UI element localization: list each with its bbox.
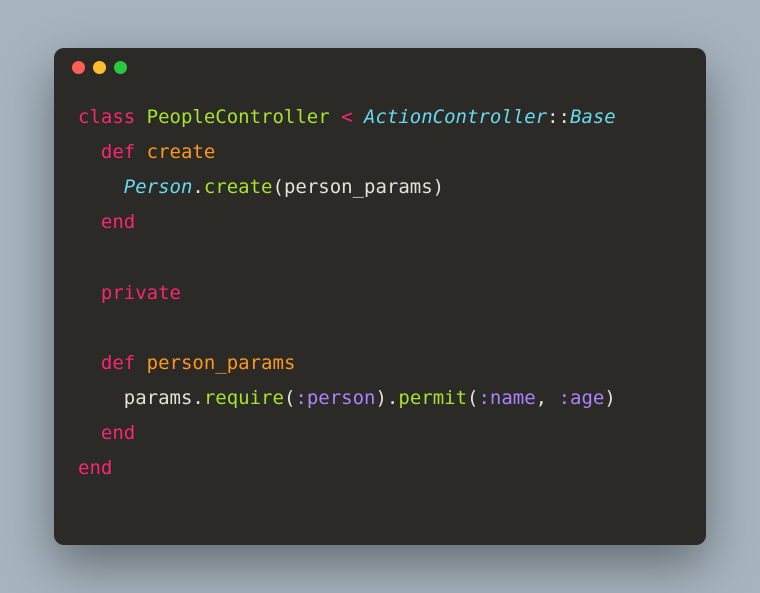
symbol-age: :age (559, 387, 605, 409)
dot: . (387, 387, 398, 409)
lparen: ( (467, 387, 478, 409)
symbol-person: :person (295, 387, 375, 409)
maximize-icon[interactable] (114, 61, 127, 74)
keyword-end: end (101, 211, 135, 233)
const-actioncontroller: ActionController (364, 106, 547, 128)
const-person: Person (124, 176, 193, 198)
keyword-class: class (78, 106, 135, 128)
rparen: ) (375, 387, 386, 409)
method-create: create (204, 176, 273, 198)
minimize-icon[interactable] (93, 61, 106, 74)
operator-lt: < (341, 106, 352, 128)
method-permit: permit (398, 387, 467, 409)
class-name: PeopleController (147, 106, 330, 128)
lparen: ( (273, 176, 284, 198)
close-icon[interactable] (72, 61, 85, 74)
method-def-person-params: person_params (147, 352, 296, 374)
code-window: class PeopleController < ActionControlle… (54, 48, 706, 545)
method-require: require (204, 387, 284, 409)
keyword-end: end (78, 457, 112, 479)
rparen: ) (433, 176, 444, 198)
scope-op: :: (547, 106, 570, 128)
keyword-private: private (101, 282, 181, 304)
window-titlebar (54, 48, 706, 86)
comma: , (536, 387, 559, 409)
receiver-params: params (124, 387, 193, 409)
rparen: ) (604, 387, 615, 409)
symbol-name: :name (478, 387, 535, 409)
arg-person-params: person_params (284, 176, 433, 198)
lparen: ( (284, 387, 295, 409)
dot: . (192, 176, 203, 198)
dot: . (192, 387, 203, 409)
keyword-def: def (101, 352, 135, 374)
method-def-create: create (147, 141, 216, 163)
code-content: class PeopleController < ActionControlle… (54, 86, 706, 501)
keyword-end: end (101, 422, 135, 444)
const-base: Base (570, 106, 616, 128)
keyword-def: def (101, 141, 135, 163)
